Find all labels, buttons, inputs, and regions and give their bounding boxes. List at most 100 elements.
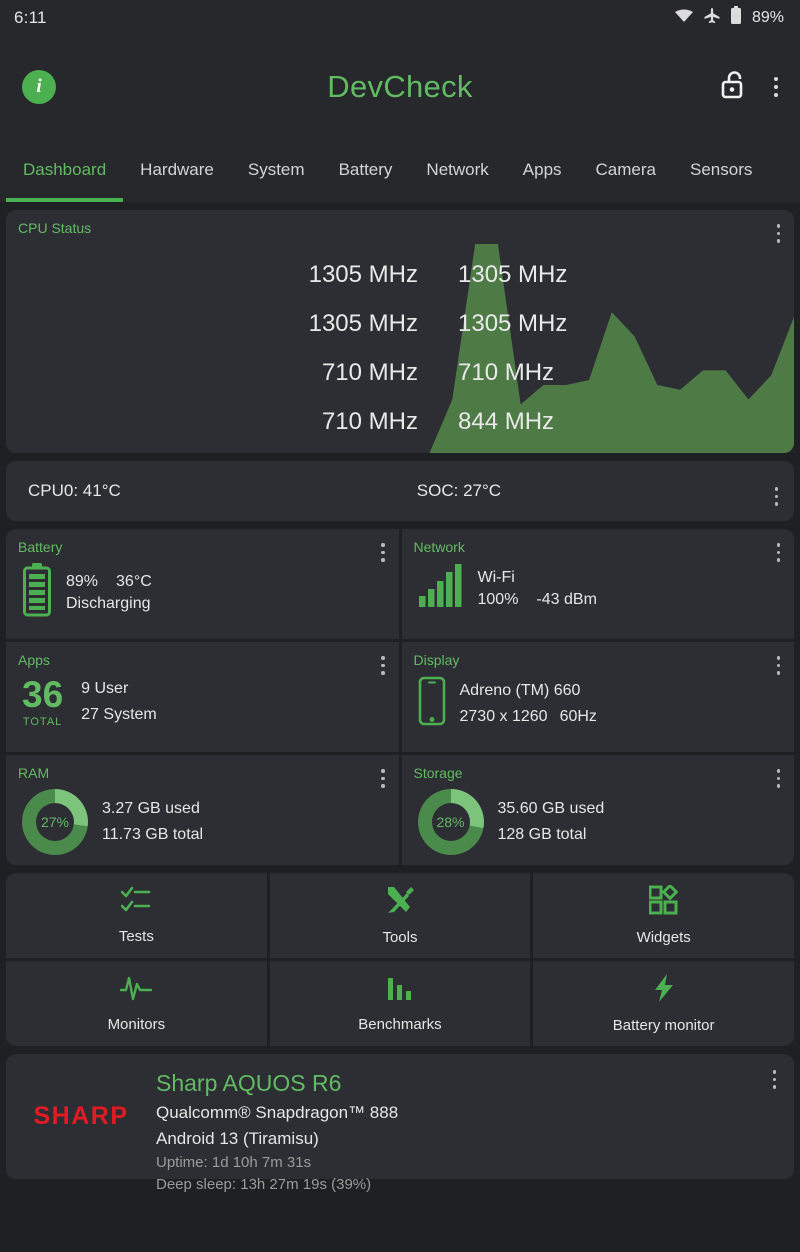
app-title: DevCheck	[327, 69, 473, 104]
tab-bar: Dashboard Hardware System Battery Networ…	[0, 138, 800, 202]
device-card-overflow-icon[interactable]	[769, 1066, 781, 1093]
display-resolution: 2730 x 1260	[459, 707, 548, 725]
cpu-core-7-freq: 844 MHz	[458, 407, 555, 435]
storage-usage-donut: 28%	[417, 789, 484, 855]
quick-actions-grid: Tests Tools Widgets Monitors Benchmarks …	[6, 873, 794, 1046]
battery-temperature: 36°C	[116, 572, 152, 590]
battery-percent: 89%	[66, 572, 99, 590]
battery-monitor-button-label: Battery monitor	[612, 1017, 715, 1034]
apps-total-number: 36	[22, 674, 64, 715]
tab-network[interactable]: Network	[409, 138, 505, 202]
tests-button[interactable]: Tests	[6, 873, 267, 958]
ram-card[interactable]: RAM 27% 3.27 GB used 11.73 GB total	[6, 755, 399, 865]
cpu-core-frequencies: 1305 MHz 1305 MHz 1305 MHz 1305 MHz 710 …	[188, 250, 728, 446]
device-deep-sleep: Deep sleep: 13h 27m 19s (39%)	[156, 1176, 372, 1193]
sharp-brand-logo: SHARP	[33, 1102, 129, 1130]
smartphone-icon	[418, 676, 446, 731]
cpu-status-title: CPU Status	[18, 220, 92, 236]
widgets-icon	[648, 883, 679, 920]
display-card-title: Display	[413, 652, 460, 668]
apps-card[interactable]: Apps 36 TOTAL 9 User 27 System	[6, 642, 399, 752]
soc-temperature: SOC: 27°C	[416, 481, 502, 500]
cpu-status-card[interactable]: CPU Status 1305 MHz 1305 MHz 1305 MHz 13…	[6, 210, 794, 453]
ram-card-overflow-icon[interactable]	[377, 765, 389, 792]
display-card[interactable]: Display Adreno (TM) 660 2730 x 1260 60Hz	[401, 642, 794, 752]
tab-camera[interactable]: Camera	[579, 138, 673, 202]
battery-card-overflow-icon[interactable]	[377, 539, 389, 566]
cpu-core-5-freq: 710 MHz	[458, 358, 555, 386]
network-card-overflow-icon[interactable]	[773, 539, 785, 566]
tools-button[interactable]: Tools	[269, 873, 531, 958]
system-status-bar: 6:11 89%	[0, 0, 800, 36]
device-uptime: Uptime: 1d 10h 7m 31s	[156, 1154, 312, 1171]
network-card[interactable]: Network Wi-Fi 100% -43 dBm	[401, 529, 794, 639]
storage-used: 35.60 GB used	[497, 800, 605, 817]
tools-icon	[385, 885, 415, 920]
tab-dashboard[interactable]: Dashboard	[6, 138, 124, 202]
bar-chart-icon	[386, 974, 414, 1007]
tab-sensors[interactable]: Sensors	[673, 138, 769, 202]
cpu-core-2-freq: 1305 MHz	[308, 309, 418, 337]
battery-icon	[730, 6, 742, 30]
temperature-overflow-icon[interactable]	[771, 483, 783, 510]
cpu-core-4-freq: 710 MHz	[321, 358, 418, 386]
tools-button-label: Tools	[382, 929, 418, 946]
device-name: Sharp AQUOS R6	[156, 1070, 342, 1096]
battery-state: Discharging	[66, 594, 151, 612]
app-header: i DevCheck	[0, 36, 800, 138]
widgets-button[interactable]: Widgets	[533, 873, 794, 958]
benchmarks-button-label: Benchmarks	[358, 1016, 442, 1033]
monitors-button[interactable]: Monitors	[6, 961, 267, 1046]
ram-percent: 27%	[40, 814, 70, 830]
battery-card[interactable]: Battery 89% 36°C Discharging	[6, 529, 399, 639]
info-icon[interactable]: i	[22, 70, 56, 104]
monitors-button-label: Monitors	[107, 1016, 166, 1033]
temperature-card[interactable]: CPU0: 41°C SOC: 27°C	[6, 461, 794, 521]
status-bar-battery-percent: 89%	[751, 9, 784, 26]
network-type: Wi-Fi	[477, 568, 515, 586]
lightning-bolt-icon	[653, 973, 675, 1008]
status-bar-icons: 89%	[674, 6, 784, 30]
battery-card-title: Battery	[18, 539, 63, 555]
ram-used: 3.27 GB used	[102, 800, 200, 817]
apps-card-title: Apps	[18, 652, 50, 668]
display-gpu: Adreno (TM) 660	[459, 681, 581, 699]
apps-total-label: TOTAL	[22, 716, 63, 728]
ram-usage-donut: 27%	[22, 789, 88, 855]
device-os: Android 13 (Tiramisu)	[156, 1129, 319, 1148]
kebab-menu-icon[interactable]	[770, 73, 782, 101]
storage-total: 128 GB total	[497, 826, 587, 843]
display-card-overflow-icon[interactable]	[773, 652, 785, 679]
network-rssi: -43 dBm	[536, 590, 597, 608]
storage-card[interactable]: Storage 28% 35.60 GB used 128 GB total	[401, 755, 794, 865]
app-screen: 6:11 89% i DevCheck Dashboard Hardware S…	[0, 0, 800, 1252]
cpu-core-6-freq: 710 MHz	[321, 407, 418, 435]
network-card-title: Network	[413, 539, 465, 555]
device-soc: Qualcomm® Snapdragon™ 888	[156, 1103, 399, 1122]
tab-apps[interactable]: Apps	[506, 138, 579, 202]
checklist-icon	[121, 886, 151, 919]
apps-card-overflow-icon[interactable]	[377, 652, 389, 679]
battery-icon	[22, 563, 52, 622]
cpu-core-1-freq: 1305 MHz	[458, 260, 568, 288]
tab-battery[interactable]: Battery	[322, 138, 410, 202]
airplane-mode-icon	[703, 7, 721, 30]
status-tiles-row-1: Battery 89% 36°C Discharging Network Wi-…	[6, 529, 794, 865]
wifi-icon	[674, 8, 694, 29]
tab-system[interactable]: System	[231, 138, 322, 202]
tab-hardware[interactable]: Hardware	[123, 138, 231, 202]
storage-card-title: Storage	[413, 765, 463, 781]
signal-bars-icon	[418, 563, 464, 614]
cpu-core-0-freq: 1305 MHz	[308, 260, 418, 288]
storage-card-overflow-icon[interactable]	[773, 765, 785, 792]
widgets-button-label: Widgets	[636, 929, 691, 946]
benchmarks-button[interactable]: Benchmarks	[269, 961, 531, 1046]
device-info-card[interactable]: SHARP Sharp AQUOS R6 Qualcomm® Snapdrago…	[6, 1054, 794, 1193]
battery-monitor-button[interactable]: Battery monitor	[533, 961, 794, 1046]
apps-user-count: 9 User	[81, 680, 129, 697]
tests-button-label: Tests	[118, 928, 154, 945]
cpu0-temperature: CPU0: 41°C	[28, 481, 121, 500]
unlocked-padlock-icon[interactable]	[720, 69, 748, 106]
cpu-core-3-freq: 1305 MHz	[458, 309, 568, 337]
storage-percent: 28%	[436, 814, 465, 830]
